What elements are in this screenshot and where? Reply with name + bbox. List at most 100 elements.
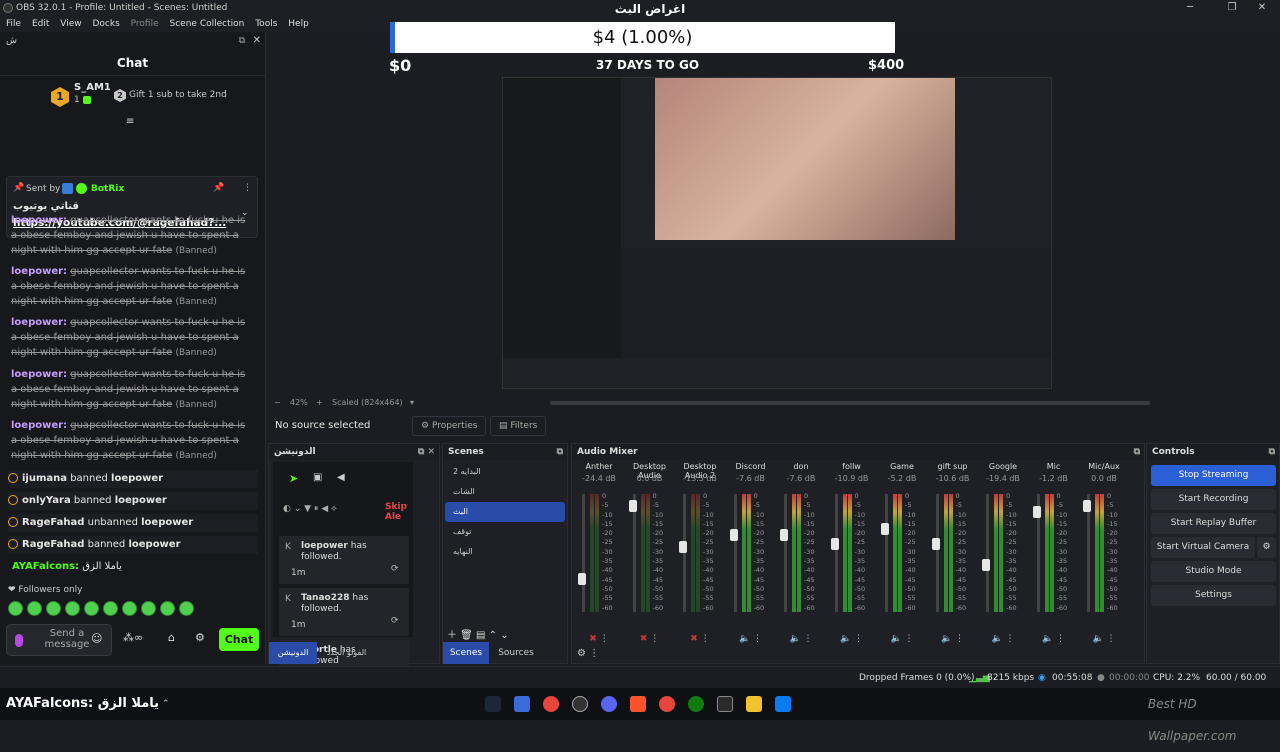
replay-icon[interactable]: ⟳ (391, 564, 399, 574)
replay-icon[interactable]: ⟳ (391, 616, 399, 626)
emote-icon[interactable] (160, 601, 175, 616)
chat-settings-icon[interactable]: ⚙ (195, 631, 205, 644)
volume-slider-knob[interactable] (1032, 505, 1041, 518)
volume-slider-knob[interactable] (679, 541, 687, 554)
scene-item[interactable]: البدايه 2 (445, 462, 565, 482)
start-virtual-camera-button[interactable]: Start Virtual Camera (1151, 537, 1255, 558)
channel-menu-icon[interactable]: ⋮ (905, 634, 914, 644)
emote-icon[interactable] (46, 601, 61, 616)
volume-slider-knob[interactable] (578, 572, 586, 585)
chat-send-button[interactable]: Chat (219, 628, 259, 651)
scene-item[interactable]: توقف (445, 522, 565, 542)
xbox-icon[interactable] (688, 696, 704, 712)
volume-slider-track[interactable] (935, 494, 939, 612)
gift-cta[interactable]: Gift 1 sub to take 2nd (129, 90, 227, 100)
activity-filter-icons[interactable]: ◐ ⌄ ▼ ⏸ ◀ ⟡ (283, 504, 337, 514)
muted-speaker-icon[interactable]: ✖ (640, 634, 648, 644)
emoji-icon[interactable]: ☺ (91, 632, 102, 645)
channel-menu-icon[interactable]: ⋮ (600, 634, 609, 644)
speaker-icon[interactable]: 🔈 (840, 634, 851, 644)
emote-icon[interactable] (8, 601, 23, 616)
channel-menu-icon[interactable]: ⋮ (804, 634, 813, 644)
emote-icon[interactable] (141, 601, 156, 616)
emote-icon[interactable] (84, 601, 99, 616)
tab-new-followers[interactable]: الفولو الجدد (319, 642, 374, 664)
scale-mode[interactable]: Scaled (824x464) (332, 396, 403, 410)
menu-tools[interactable]: Tools (255, 19, 277, 29)
stop-streaming-button[interactable]: Stop Streaming (1151, 465, 1276, 486)
dock-close-icon[interactable]: ✕ (253, 32, 261, 50)
activity-dock-controls[interactable]: ⧉ ✕ (418, 444, 435, 460)
zoom-out-icon[interactable]: − (274, 396, 281, 410)
channel-menu-icon[interactable]: ⋮ (650, 634, 659, 644)
muted-speaker-icon[interactable]: ✖ (690, 634, 698, 644)
brave-icon[interactable] (630, 696, 646, 712)
channel-menu-icon[interactable]: ⋮ (1107, 634, 1116, 644)
unpin-icon[interactable]: 📌 (213, 183, 224, 193)
menu-file[interactable]: File (6, 19, 21, 29)
volume-slider-track[interactable] (986, 494, 989, 612)
chrome-icon-2[interactable] (659, 696, 675, 712)
skip-alert-button[interactable]: Skip Ale (385, 502, 413, 522)
tray-chevron-icon[interactable]: ⌃ (162, 688, 170, 720)
menu-edit[interactable]: Edit (32, 19, 49, 29)
volume-slider-track[interactable] (834, 494, 838, 612)
megaphone-icon[interactable]: ◀ (337, 472, 345, 483)
zoom-in-icon[interactable]: + (316, 396, 323, 410)
settings-button[interactable]: Settings (1151, 585, 1276, 606)
scene-toolbar-icons[interactable]: ＋ 🗑 ▤ ⌃ ⌄ (447, 626, 509, 641)
store-icon[interactable]: ⌂ (168, 631, 175, 644)
studio-mode-button[interactable]: Studio Mode (1151, 561, 1276, 582)
scale-dropdown-icon[interactable]: ▾ (410, 396, 414, 410)
volume-slider-knob[interactable] (628, 499, 637, 512)
volume-slider-knob[interactable] (780, 529, 788, 542)
emote-icon[interactable] (27, 601, 42, 616)
chat-input[interactable]: Send a message ☺ (6, 624, 112, 656)
mixer-float-icon[interactable]: ⧉ (1134, 444, 1140, 460)
mixer-advanced-icon[interactable]: ⚙ ⋮ (577, 648, 599, 659)
emote-icon[interactable] (179, 601, 194, 616)
channel-menu-icon[interactable]: ⋮ (1006, 634, 1015, 644)
emote-icon[interactable] (103, 601, 118, 616)
preview-scrollbar[interactable] (550, 401, 1150, 405)
file-explorer-icon[interactable] (746, 696, 762, 712)
volume-slider-knob[interactable] (931, 537, 940, 550)
volume-slider-track[interactable] (582, 494, 585, 612)
volume-slider-knob[interactable] (1083, 499, 1091, 512)
tab-sources[interactable]: Sources (493, 642, 539, 664)
menu-help[interactable]: Help (288, 19, 309, 29)
virtual-camera-settings-icon[interactable]: ⚙ (1257, 537, 1276, 558)
channel-menu-icon[interactable]: ⋮ (701, 634, 710, 644)
emote-icon[interactable] (65, 601, 80, 616)
menu-docks[interactable]: Docks (92, 19, 119, 29)
steam-icon[interactable] (485, 696, 501, 712)
speaker-icon[interactable]: 🔈 (991, 634, 1002, 644)
menu-profile[interactable]: Profile (131, 19, 159, 29)
speaker-icon[interactable]: 🔈 (941, 634, 952, 644)
speaker-icon[interactable]: 🔈 (1092, 634, 1103, 644)
tab-donations[interactable]: الدونيشن (269, 642, 317, 664)
scene-item[interactable]: الشات (445, 482, 565, 502)
start-replay-buffer-button[interactable]: Start Replay Buffer (1151, 513, 1276, 534)
channel-menu-icon[interactable]: ⋮ (955, 634, 964, 644)
send-icon[interactable]: ➤ (289, 472, 298, 485)
speaker-icon[interactable]: 🔈 (789, 634, 800, 644)
menu-scene-collection[interactable]: Scene Collection (170, 19, 245, 29)
volume-slider-knob[interactable] (729, 529, 738, 542)
volume-slider-track[interactable] (885, 494, 888, 612)
tab-scenes[interactable]: Scenes (443, 642, 489, 664)
scene-item[interactable]: البث (445, 502, 565, 522)
expand-leaderboard-icon[interactable]: ≡ (126, 116, 134, 127)
channel-menu-icon[interactable]: ⋮ (753, 634, 762, 644)
channel-points-icon[interactable]: ⁂∞ (123, 631, 143, 644)
speaker-icon[interactable]: 🔈 (1042, 634, 1053, 644)
volume-slider-knob[interactable] (881, 523, 889, 536)
scenes-dock-float-icon[interactable]: ⧉ (557, 444, 563, 460)
speaker-icon[interactable]: 🔈 (739, 634, 750, 644)
emote-icon[interactable] (122, 601, 137, 616)
menu-view[interactable]: View (60, 19, 81, 29)
obs-taskbar-icon[interactable] (572, 696, 588, 712)
close-button[interactable]: ✕ (1244, 0, 1280, 16)
preview-canvas[interactable]: اغراض البث $4 (1.00%) $0 37 DAYS TO GO $… (270, 2, 1280, 396)
minimize-button[interactable]: ─ (1172, 0, 1208, 16)
